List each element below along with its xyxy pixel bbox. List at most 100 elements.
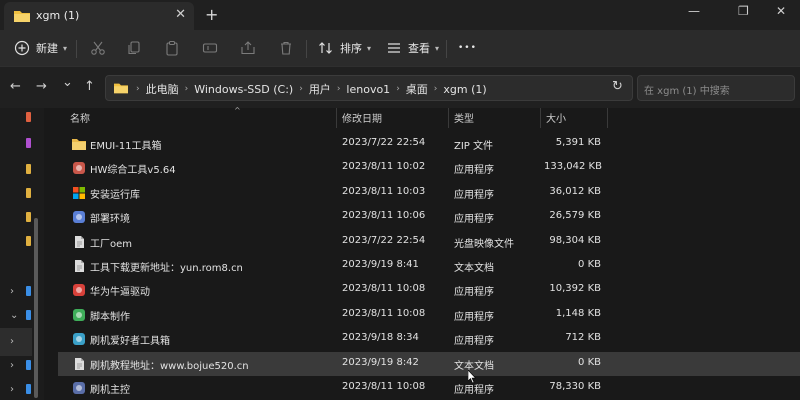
file-type: ZIP 文件 [454,141,494,152]
column-size[interactable]: 大小 [546,110,566,125]
expand-chevron-icon[interactable]: › [10,384,14,395]
file-row[interactable]: 脚本制作 2023/8/11 10:08 应用程序 1,148 KB [58,303,800,327]
more-options-button[interactable]: ••• [458,38,477,58]
column-type[interactable]: 类型 [454,110,474,125]
file-row[interactable]: 安装运行库 2023/8/11 10:03 应用程序 36,012 KB [58,181,800,205]
file-date: 2023/9/18 8:34 [342,332,419,344]
breadcrumb-desktop[interactable]: 桌面 [406,81,428,97]
title-bar: xgm (1) ✕ + — ❐ ✕ [0,0,800,30]
copy-button[interactable] [126,38,142,58]
file-size: 98,304 KB [549,234,601,246]
share-button[interactable] [240,38,256,58]
view-button[interactable]: 查看 ▾ [386,38,439,58]
file-name: HW综合工具v5.64 [90,165,176,177]
column-name[interactable]: 名称 [70,110,90,125]
nav-item-icon[interactable] [26,212,31,222]
file-name: 部署环境 [90,214,130,226]
sort-label: 排序 [340,42,362,55]
sort-button[interactable]: 排序 ▾ [318,38,371,58]
file-date: 2023/8/11 10:08 [342,307,426,319]
file-row[interactable]: 刷机爱好者工具箱 2023/9/18 8:34 应用程序 712 KB [58,327,800,351]
sort-caret-icon: ^ [234,106,241,115]
breadcrumb-drive-c[interactable]: Windows-SSD (C:) [194,83,293,96]
sort-icon [319,42,332,54]
file-row[interactable]: EMUI-11工具箱 2023/7/22 22:54 ZIP 文件 5,391 KB [58,132,800,156]
address-bar[interactable]: › 此电脑 › Windows-SSD (C:) › 用户 › lenovo1 … [105,75,693,101]
back-arrow-icon[interactable]: ← [10,79,21,94]
new-tab-button[interactable]: + [205,5,218,24]
rename-button[interactable] [202,38,218,58]
forward-arrow-icon[interactable]: → [36,79,47,94]
file-name: 刷机教程地址：www.bojue520.cn [90,360,249,372]
nav-item-icon[interactable] [26,360,31,370]
nav-item-icon[interactable] [26,236,31,246]
file-row[interactable]: 工具下载更新地址：yun.rom8.cn 2023/9/19 8:41 文本文档 0 … [58,254,800,278]
column-divider[interactable] [540,108,541,128]
nav-item-icon[interactable] [26,188,31,198]
column-divider[interactable] [448,108,449,128]
expand-chevron-icon[interactable]: › [10,360,14,371]
chevron-down-icon: ▾ [63,43,68,53]
breadcrumb-lenovo1[interactable]: lenovo1 [346,83,390,96]
file-size: 712 KB [565,332,601,344]
nav-item-icon[interactable] [26,384,31,394]
scrollbar[interactable] [34,218,38,398]
tab-title: xgm (1) [36,9,80,22]
close-window-button[interactable]: ✕ [776,4,786,18]
close-tab-icon[interactable]: ✕ [175,7,186,22]
maximize-button[interactable]: ❐ [738,4,749,18]
file-row[interactable]: 刷机教程地址：www.bojue520.cn 2023/9/19 8:42 文本文档… [58,351,800,376]
breadcrumb-separator: › [184,84,189,94]
expand-chevron-icon[interactable]: › [10,336,14,347]
recent-locations-icon[interactable]: ⌄ [62,75,73,90]
breadcrumb-users[interactable]: 用户 [309,81,331,97]
cut-button[interactable] [90,38,106,58]
column-divider[interactable] [336,108,337,128]
minimize-button[interactable]: — [688,4,700,18]
file-row[interactable]: 华为牛逼驱动 2023/8/11 10:08 应用程序 10,392 KB [58,278,800,302]
file-type: 应用程序 [454,336,494,348]
nav-item-icon[interactable] [26,286,31,296]
windows-app-icon [73,186,85,199]
file-name: 脚本制作 [90,311,130,323]
file-size: 133,042 KB [544,161,602,173]
file-size: 78,330 KB [549,381,601,392]
delete-button[interactable] [278,38,294,58]
file-row[interactable]: 工厂oem 2023/7/22 22:54 光盘映像文件 98,304 KB [58,230,800,254]
column-date[interactable]: 修改日期 [342,110,382,125]
file-type: 文本文档 [454,263,494,274]
file-date: 2023/8/11 10:08 [342,283,426,295]
copy-icon [128,41,140,55]
breadcrumb-xgm[interactable]: xgm (1) [443,83,486,96]
search-box[interactable]: 在 xgm (1) 中搜索 [637,75,795,101]
nav-item-selected[interactable] [0,328,32,356]
nav-item-icon[interactable] [26,138,31,148]
driver-app-icon [73,284,85,297]
folder-icon [14,11,30,22]
refresh-icon[interactable]: ↻ [612,79,623,94]
navigation-pane: › ⌄ › › › [0,108,44,400]
clipboard-icon [166,41,178,56]
file-row[interactable]: 刷机主控 2023/8/11 10:08 应用程序 78,330 KB [58,376,800,400]
collapse-chevron-icon[interactable]: ⌄ [10,310,18,321]
file-row[interactable]: HW综合工具v5.64 2023/8/11 10:02 应用程序 133,042 KB [58,156,800,180]
paste-button[interactable] [164,38,180,58]
divider [446,40,447,58]
file-date: 2023/7/22 22:54 [342,137,426,148]
expand-chevron-icon[interactable]: › [10,286,14,297]
nav-item-icon[interactable] [26,164,31,174]
nav-item-icon[interactable] [26,310,31,320]
tab-xgm[interactable]: xgm (1) ✕ [4,2,194,30]
view-list-icon [388,43,400,53]
disc-image-icon [75,235,84,248]
breadcrumb-this-pc[interactable]: 此电脑 [146,81,179,97]
nav-item-icon[interactable] [26,112,31,122]
address-row: ← → ⌄ ↑ › 此电脑 › Windows-SSD (C:) › 用户 › … [0,66,800,108]
more-icon: ••• [458,43,477,53]
breadcrumb-separator: › [299,84,303,94]
column-divider[interactable] [607,108,608,128]
new-button[interactable]: 新建 ▾ [14,38,67,58]
file-type: 应用程序 [454,214,494,226]
file-row[interactable]: 部署环境 2023/8/11 10:06 应用程序 26,579 KB [58,205,800,229]
up-arrow-icon[interactable]: ↑ [84,79,95,94]
